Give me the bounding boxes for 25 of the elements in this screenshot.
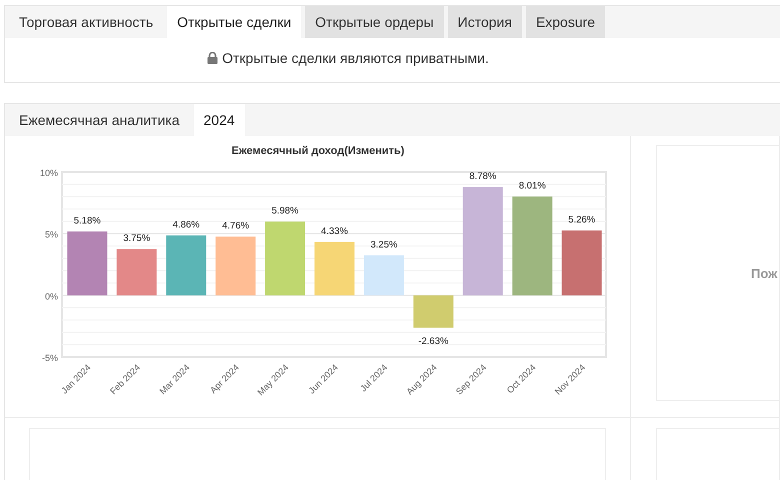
- axis-tick-label: 10%: [40, 168, 58, 178]
- value-label: 4.33%: [321, 226, 348, 237]
- tab[interactable]: Exposure: [526, 6, 606, 38]
- tab[interactable]: Открытые сделки: [167, 6, 302, 38]
- value-label: 5.26%: [568, 214, 596, 226]
- private-notice: Открытые сделки являются приватными.: [222, 50, 490, 66]
- value-label: 4.86%: [172, 219, 200, 230]
- axis-tick-label: 0%: [44, 291, 58, 302]
- value-label: 5.18%: [74, 215, 101, 226]
- chart-title: Ежемесячный доход(Изменить): [232, 145, 404, 157]
- section-title: Ежемесячная аналитика: [18, 111, 181, 130]
- tab[interactable]: Открытые ордеры: [305, 6, 444, 38]
- value-label: 8.78%: [469, 171, 496, 182]
- lock-icon: [207, 52, 218, 64]
- tab[interactable]: История: [448, 6, 522, 38]
- value-label: 8.01%: [518, 180, 546, 192]
- value-label: 5.98%: [272, 206, 299, 217]
- value-label: 3.25%: [370, 239, 398, 250]
- value-label: -2.63%: [418, 336, 448, 347]
- year-tab[interactable]: 2024: [194, 104, 245, 136]
- loading-message: Пож: [751, 266, 778, 280]
- axis-tick-label: -5%: [42, 353, 58, 363]
- axis-tick-label: 5%: [44, 230, 58, 240]
- value-label: 4.76%: [222, 220, 250, 232]
- value-label: 3.75%: [123, 233, 150, 244]
